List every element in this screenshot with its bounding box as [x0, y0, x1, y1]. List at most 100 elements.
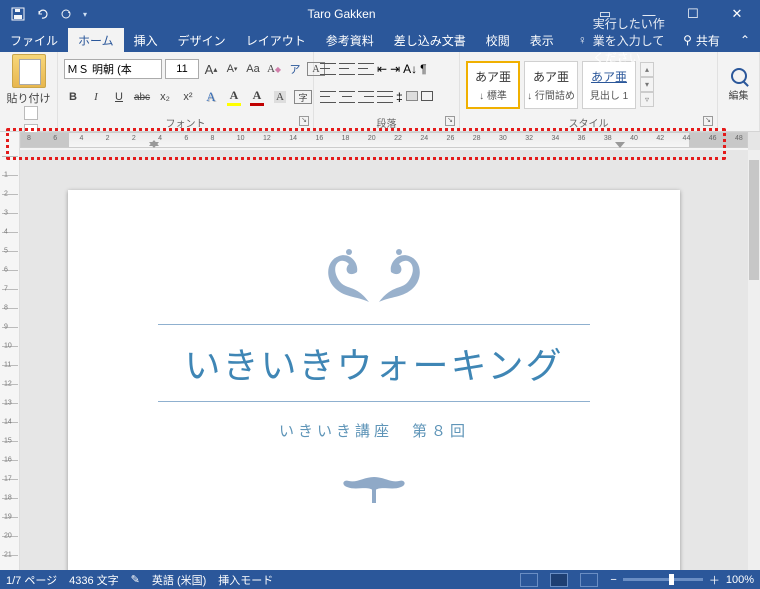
style-name: ↓ 行間詰め — [527, 87, 575, 102]
maximize-button[interactable]: ☐ — [678, 6, 708, 22]
vertical-ruler[interactable]: 123456789101112131415161718192021 — [0, 132, 20, 570]
zoom-level[interactable]: 100% — [726, 574, 754, 586]
decrease-indent-icon[interactable]: ⇤ — [377, 62, 387, 76]
lightbulb-icon: ♀ — [578, 33, 587, 47]
bold-button[interactable]: B — [64, 88, 82, 106]
grow-font-button[interactable]: A▴ — [202, 60, 220, 78]
tab-insert[interactable]: 挿入 — [124, 28, 168, 52]
tab-file[interactable]: ファイル — [0, 28, 68, 52]
status-proofing-icon[interactable]: ✎ — [131, 573, 140, 586]
tab-references[interactable]: 参考資料 — [316, 28, 384, 52]
numbering-icon[interactable] — [339, 61, 355, 77]
redo-icon[interactable] — [58, 6, 74, 22]
clear-format-icon[interactable]: A◆ — [265, 60, 283, 78]
tell-me-box[interactable]: ♀ 実行したい作業を入力してください — [564, 28, 673, 52]
document-area[interactable]: いきいきウォーキング いきいき講座 第８回 — [20, 150, 748, 570]
shading-icon[interactable] — [406, 90, 418, 104]
tab-review[interactable]: 校閲 — [476, 28, 520, 52]
multilevel-icon[interactable] — [358, 61, 374, 77]
status-page[interactable]: 1/7 ページ — [6, 572, 57, 588]
page[interactable]: いきいきウォーキング いきいき講座 第８回 — [68, 190, 680, 570]
highlight-button[interactable]: A — [225, 88, 243, 106]
tab-view[interactable]: 表示 — [520, 28, 564, 52]
cut-icon[interactable] — [24, 106, 38, 120]
subscript-button[interactable]: x₂ — [156, 88, 174, 106]
hr-top — [158, 324, 590, 325]
paste-icon[interactable] — [12, 54, 46, 88]
undo-icon[interactable] — [34, 6, 50, 22]
tab-layout[interactable]: レイアウト — [236, 28, 316, 52]
font-color-button[interactable]: A — [248, 88, 266, 106]
style-normal[interactable]: あア亜 ↓ 標準 — [466, 61, 520, 109]
group-editing: 編集 — [718, 52, 760, 131]
tab-design[interactable]: デザイン — [168, 28, 236, 52]
status-bar: 1/7 ページ 4336 文字 ✎ 英語 (米国) 挿入モード − ＋ 100% — [0, 570, 760, 589]
italic-button[interactable]: I — [87, 88, 105, 106]
enclose-char-button[interactable]: 字 — [294, 90, 312, 104]
group-styles: あア亜 ↓ 標準 あア亜 ↓ 行間詰め あア亜 見出し 1 ▴▾▿ スタイル↘ — [460, 52, 718, 131]
status-words[interactable]: 4336 文字 — [69, 572, 119, 588]
view-web-icon[interactable] — [580, 573, 598, 587]
ornament-top — [68, 242, 680, 312]
share-label: 共有 — [696, 32, 720, 49]
style-heading1[interactable]: あア亜 見出し 1 — [582, 61, 636, 109]
hr-bottom — [158, 401, 590, 402]
bullets-icon[interactable] — [320, 61, 336, 77]
quick-access-toolbar: ▾ — [4, 6, 93, 22]
ornament-bottom — [68, 469, 680, 509]
find-icon[interactable] — [731, 68, 747, 84]
style-name: ↓ 標準 — [479, 87, 507, 102]
save-icon[interactable] — [10, 6, 26, 22]
tell-me-placeholder: 実行したい作業を入力してください — [593, 15, 673, 66]
text-effects-button[interactable]: A — [202, 88, 220, 106]
tab-home[interactable]: ホーム — [68, 28, 124, 52]
group-font: A▴ A▾ Aa A◆ ア A B I U abc x₂ x² A A A A … — [58, 52, 314, 131]
show-marks-icon[interactable]: ¶ — [420, 62, 426, 76]
zoom-slider[interactable] — [623, 578, 703, 581]
borders-icon[interactable] — [421, 90, 433, 104]
share-button[interactable]: ⚲ 共有 — [673, 28, 730, 52]
styles-gallery-more[interactable]: ▴▾▿ — [640, 62, 654, 107]
style-no-spacing[interactable]: あア亜 ↓ 行間詰め — [524, 61, 578, 109]
status-language[interactable]: 英語 (米国) — [152, 572, 206, 588]
paragraph-dialog-launcher[interactable]: ↘ — [445, 116, 455, 126]
status-insert-mode[interactable]: 挿入モード — [218, 572, 273, 588]
zoom-out-button[interactable]: − — [610, 574, 616, 586]
close-button[interactable]: ✕ — [722, 6, 752, 22]
line-spacing-icon[interactable]: ‡ — [396, 90, 403, 104]
collapse-ribbon-icon[interactable]: ⌃ — [730, 28, 760, 52]
zoom-control: − ＋ 100% — [610, 572, 754, 588]
align-right-icon[interactable] — [358, 89, 374, 105]
char-shading-button[interactable]: A — [271, 88, 289, 106]
font-dialog-launcher[interactable]: ↘ — [299, 116, 309, 126]
increase-indent-icon[interactable]: ⇥ — [390, 62, 400, 76]
document-username: Taro Gakken — [93, 7, 590, 21]
view-read-icon[interactable] — [520, 573, 538, 587]
font-size-combo[interactable] — [165, 59, 199, 79]
superscript-button[interactable]: x² — [179, 88, 197, 106]
phonetic-guide-button[interactable]: ア — [286, 60, 304, 78]
view-print-icon[interactable] — [550, 573, 568, 587]
styles-dialog-launcher[interactable]: ↘ — [703, 116, 713, 126]
sort-icon[interactable]: A↓ — [403, 62, 417, 76]
share-icon: ⚲ — [683, 33, 692, 47]
group-label-editing: 編集 — [729, 87, 749, 102]
scrollbar-thumb[interactable] — [749, 160, 759, 280]
zoom-in-button[interactable]: ＋ — [709, 572, 720, 588]
paste-button[interactable]: 貼り付け — [7, 90, 51, 106]
align-left-icon[interactable] — [320, 89, 336, 105]
justify-icon[interactable] — [377, 89, 393, 105]
doc-title[interactable]: いきいきウォーキング — [68, 337, 680, 389]
group-paragraph: ⇤ ⇥ A↓ ¶ ‡ 段落↘ — [314, 52, 460, 131]
change-case-button[interactable]: Aa — [244, 60, 262, 78]
doc-subtitle[interactable]: いきいき講座 第８回 — [68, 420, 680, 441]
strike-button[interactable]: abc — [133, 88, 151, 106]
underline-button[interactable]: U — [110, 88, 128, 106]
align-center-icon[interactable] — [339, 89, 355, 105]
ribbon-tabs: ファイル ホーム 挿入 デザイン レイアウト 参考資料 差し込み文書 校閲 表示… — [0, 28, 760, 52]
qat-customize-icon[interactable]: ▾ — [83, 10, 87, 19]
tab-mailings[interactable]: 差し込み文書 — [384, 28, 476, 52]
font-family-combo[interactable] — [64, 59, 162, 79]
shrink-font-button[interactable]: A▾ — [223, 60, 241, 78]
vertical-scrollbar[interactable] — [748, 150, 760, 570]
